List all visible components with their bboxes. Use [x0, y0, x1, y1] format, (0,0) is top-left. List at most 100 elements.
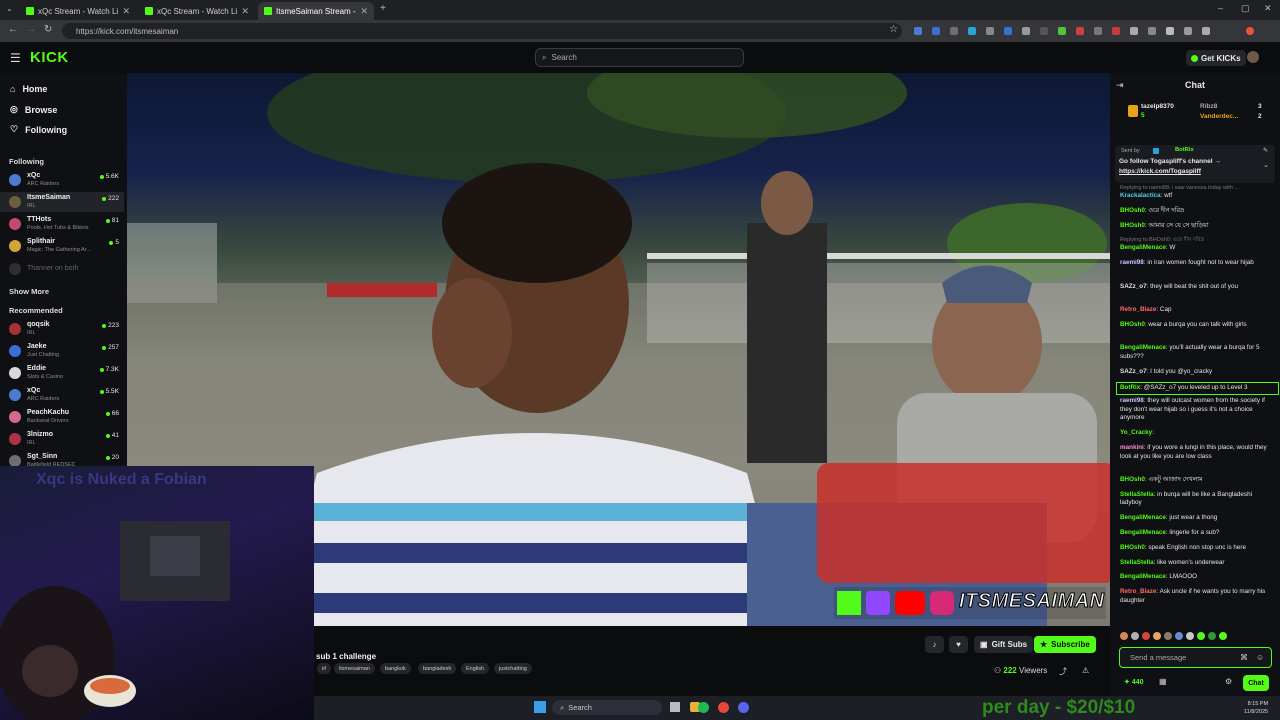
stream-tag[interactable]: bangladesh: [418, 663, 457, 674]
chat-message-input[interactable]: Send a message ⌘ ☺: [1119, 647, 1272, 668]
minimize-icon[interactable]: –: [1218, 3, 1223, 13]
chat-username[interactable]: BHOsh0: [1120, 476, 1145, 483]
chat-username[interactable]: BengaliMenace: [1120, 529, 1166, 536]
report-icon[interactable]: ⚠: [1082, 666, 1089, 675]
emote-icon[interactable]: [1208, 632, 1216, 640]
get-kicks-button[interactable]: Get KICKs: [1186, 50, 1246, 66]
chat-username[interactable]: raemi98: [1120, 397, 1144, 404]
maximize-icon[interactable]: ▢: [1241, 3, 1250, 14]
system-clock[interactable]: 8:15 PM 11/8/2025: [1244, 700, 1268, 716]
hamburger-menu-icon[interactable]: ☰: [10, 51, 21, 65]
close-tab-icon[interactable]: ✕: [122, 6, 130, 17]
extension-icon[interactable]: [1058, 27, 1066, 35]
chat-username[interactable]: BengaliMenace: [1120, 573, 1166, 580]
extension-icon[interactable]: [1004, 27, 1012, 35]
emote-icon[interactable]: [1197, 632, 1205, 640]
sidebar-item-home[interactable]: ⌂ Home: [10, 84, 47, 94]
emote-icon[interactable]: [1153, 632, 1161, 640]
stream-tag[interactable]: bangkok: [380, 663, 411, 674]
stream-tag[interactable]: justchatting: [494, 663, 532, 674]
emoji-icon[interactable]: ☺: [1256, 653, 1264, 662]
stream-tag[interactable]: English: [461, 663, 490, 674]
settings-gear-icon[interactable]: ⚙: [1225, 677, 1232, 686]
user-avatar[interactable]: [1247, 51, 1259, 63]
chat-username[interactable]: Retro_Blaze: [1120, 588, 1156, 595]
gifter-name[interactable]: Vanderdec...: [1200, 113, 1238, 120]
chat-username[interactable]: BHOsh0: [1120, 207, 1145, 214]
chat-username[interactable]: mankini: [1120, 444, 1144, 451]
browser-tab-2[interactable]: xQc Stream - Watch Live on Kic ✕: [139, 2, 255, 20]
extension-icon[interactable]: [950, 27, 958, 35]
gift-subs-button[interactable]: ▣ Gift Subs: [974, 636, 1034, 653]
sidebar-channel-item[interactable]: Splithair Magic: The Gathering Ar... 5: [0, 236, 124, 256]
sidebar-item-browse[interactable]: ◎ Browse: [10, 104, 57, 115]
sidebar-channel-item[interactable]: ItsmeSaiman IRL 222: [0, 192, 124, 212]
extension-icon[interactable]: [914, 27, 922, 35]
extension-icon[interactable]: [986, 27, 994, 35]
task-view-icon[interactable]: [670, 702, 680, 712]
emote-icon[interactable]: [1219, 632, 1227, 640]
extensions-puzzle-icon[interactable]: [1202, 27, 1210, 35]
pin-icon[interactable]: ✎: [1263, 147, 1268, 154]
chat-username[interactable]: BHOsh0: [1120, 222, 1145, 229]
close-tab-icon[interactable]: ✕: [360, 6, 368, 17]
extension-icon[interactable]: [1094, 27, 1102, 35]
url-field[interactable]: https://kick.com/itsmesaiman: [62, 23, 902, 39]
extension-icon[interactable]: [1148, 27, 1156, 35]
extension-icon[interactable]: [1022, 27, 1030, 35]
bookmark-star-icon[interactable]: ☆: [889, 24, 898, 35]
sidebar-item-following[interactable]: ♡ Following: [10, 124, 67, 135]
sidebar-channel-item[interactable]: 3lnizmo IRL 41: [0, 429, 124, 449]
profile-avatar-icon[interactable]: [1246, 27, 1254, 35]
command-icon[interactable]: ⌘: [1240, 653, 1248, 662]
close-tab-icon[interactable]: ✕: [241, 6, 249, 17]
pinned-sender[interactable]: BotRix: [1175, 147, 1194, 153]
offline-channel-item[interactable]: Thanner on both: [0, 259, 124, 279]
spotify-icon[interactable]: [698, 702, 709, 713]
chat-username[interactable]: BHOsh0: [1120, 321, 1145, 328]
chat-username[interactable]: Krackalactica: [1120, 192, 1161, 199]
extension-icon[interactable]: [968, 27, 976, 35]
emote-icon[interactable]: [1186, 632, 1194, 640]
emote-icon[interactable]: [1164, 632, 1172, 640]
browser-tab-1[interactable]: xQc Stream - Watch Live on Kic ✕: [20, 2, 136, 20]
extension-icon[interactable]: [932, 27, 940, 35]
sidebar-channel-item[interactable]: TTHots Pools, Hot Tubs & Bikinis 81: [0, 214, 124, 234]
sidebar-channel-item[interactable]: Jaeke Just Chatting 257: [0, 341, 124, 361]
extension-icon[interactable]: [1184, 27, 1192, 35]
chat-username[interactable]: raemi98: [1120, 259, 1144, 266]
back-icon[interactable]: ←: [8, 24, 18, 35]
chat-username[interactable]: BengaliMenace: [1120, 244, 1166, 251]
chat-username[interactable]: BengaliMenace: [1120, 344, 1166, 351]
stream-tag[interactable]: itsmesaiman: [334, 663, 375, 674]
chat-username[interactable]: Retro_Blaze: [1120, 306, 1156, 313]
share-icon[interactable]: ⤴: [1059, 666, 1067, 677]
sidebar-channel-item[interactable]: xQc ARC Raiders 5.6K: [0, 170, 124, 190]
search-input[interactable]: ⌕ Search: [535, 48, 744, 67]
tab-menu-icon[interactable]: ⌄: [6, 4, 13, 13]
chat-username[interactable]: SAZz_o7: [1120, 283, 1147, 290]
show-more-link[interactable]: Show More: [9, 287, 49, 296]
chat-username[interactable]: BHOsh0: [1120, 544, 1145, 551]
sidebar-channel-item[interactable]: Eddie Slots & Casino 7.3K: [0, 363, 124, 383]
chat-username[interactable]: BengaliMenace: [1120, 514, 1166, 521]
pinned-link[interactable]: https://kick.com/Togaspliff: [1119, 168, 1201, 175]
extension-icon[interactable]: [1040, 27, 1048, 35]
chat-username[interactable]: BotRix: [1120, 384, 1140, 391]
sidebar-channel-item[interactable]: qoqsik IRL 223: [0, 319, 124, 339]
sidebar-channel-item[interactable]: PeachKachu Backseat Drivers 66: [0, 407, 124, 427]
follow-heart-icon[interactable]: ♥: [949, 636, 968, 653]
emote-icon[interactable]: [1142, 632, 1150, 640]
chevron-down-icon[interactable]: ⌄: [1263, 161, 1269, 169]
close-window-icon[interactable]: ✕: [1264, 3, 1272, 14]
sidebar-channel-item[interactable]: xQc ARC Raiders 5.5K: [0, 385, 124, 405]
windows-start-icon[interactable]: [534, 701, 546, 713]
gifter-name[interactable]: tazelp8370: [1141, 103, 1174, 110]
kick-logo[interactable]: KICK: [30, 49, 69, 66]
extension-icon[interactable]: [1112, 27, 1120, 35]
chat-username[interactable]: Yo_Cracky: [1120, 429, 1152, 436]
chat-username[interactable]: SAZz_o7: [1120, 368, 1147, 375]
taskbar-search[interactable]: ⌕ Search: [552, 700, 662, 715]
gifter-name[interactable]: Ribz8: [1200, 103, 1217, 110]
browser-tab-3[interactable]: ItsmeSaiman Stream - Watc ✕: [258, 2, 374, 20]
